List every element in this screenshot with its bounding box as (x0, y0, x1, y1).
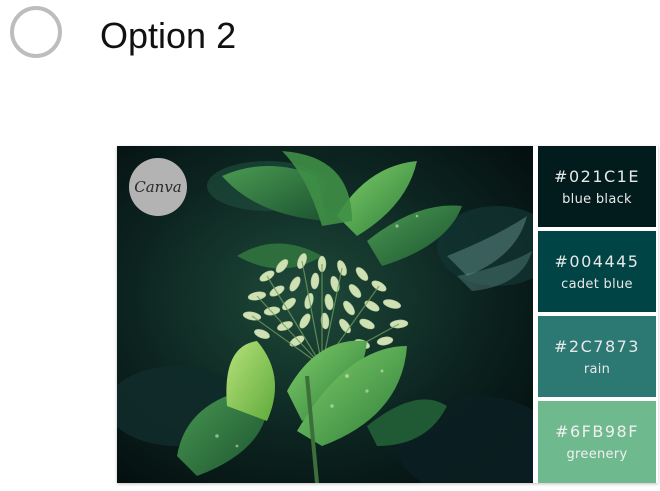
plant-photo: Canva (117, 146, 533, 483)
option-label[interactable]: Option 2 (100, 14, 236, 58)
canva-logo: Canva (129, 158, 187, 216)
swatch-hex: #004445 (554, 251, 640, 271)
swatch-rain: #2C7873 rain (538, 316, 656, 397)
palette-swatches: #021C1E blue black #004445 cadet blue #2… (538, 146, 656, 483)
page: Option 2 Canva #021C1E blue black #00444… (0, 0, 660, 491)
swatch-hex: #021C1E (554, 166, 640, 186)
swatch-cadet-blue: #004445 cadet blue (538, 231, 656, 312)
swatch-name: greenery (566, 447, 628, 462)
swatch-name: rain (583, 361, 611, 377)
swatch-blue-black: #021C1E blue black (538, 146, 656, 227)
swatch-name: blue black (562, 191, 632, 207)
option-row[interactable]: Option 2 (0, 0, 400, 80)
swatch-hex: #6FB98F (555, 422, 639, 441)
radio-button[interactable] (10, 6, 62, 58)
swatch-name: cadet blue (561, 276, 633, 292)
swatch-hex: #2C7873 (554, 336, 640, 356)
swatch-greenery: #6FB98F greenery (538, 401, 656, 483)
color-palette-image: Canva #021C1E blue black #004445 cadet b… (117, 146, 658, 483)
